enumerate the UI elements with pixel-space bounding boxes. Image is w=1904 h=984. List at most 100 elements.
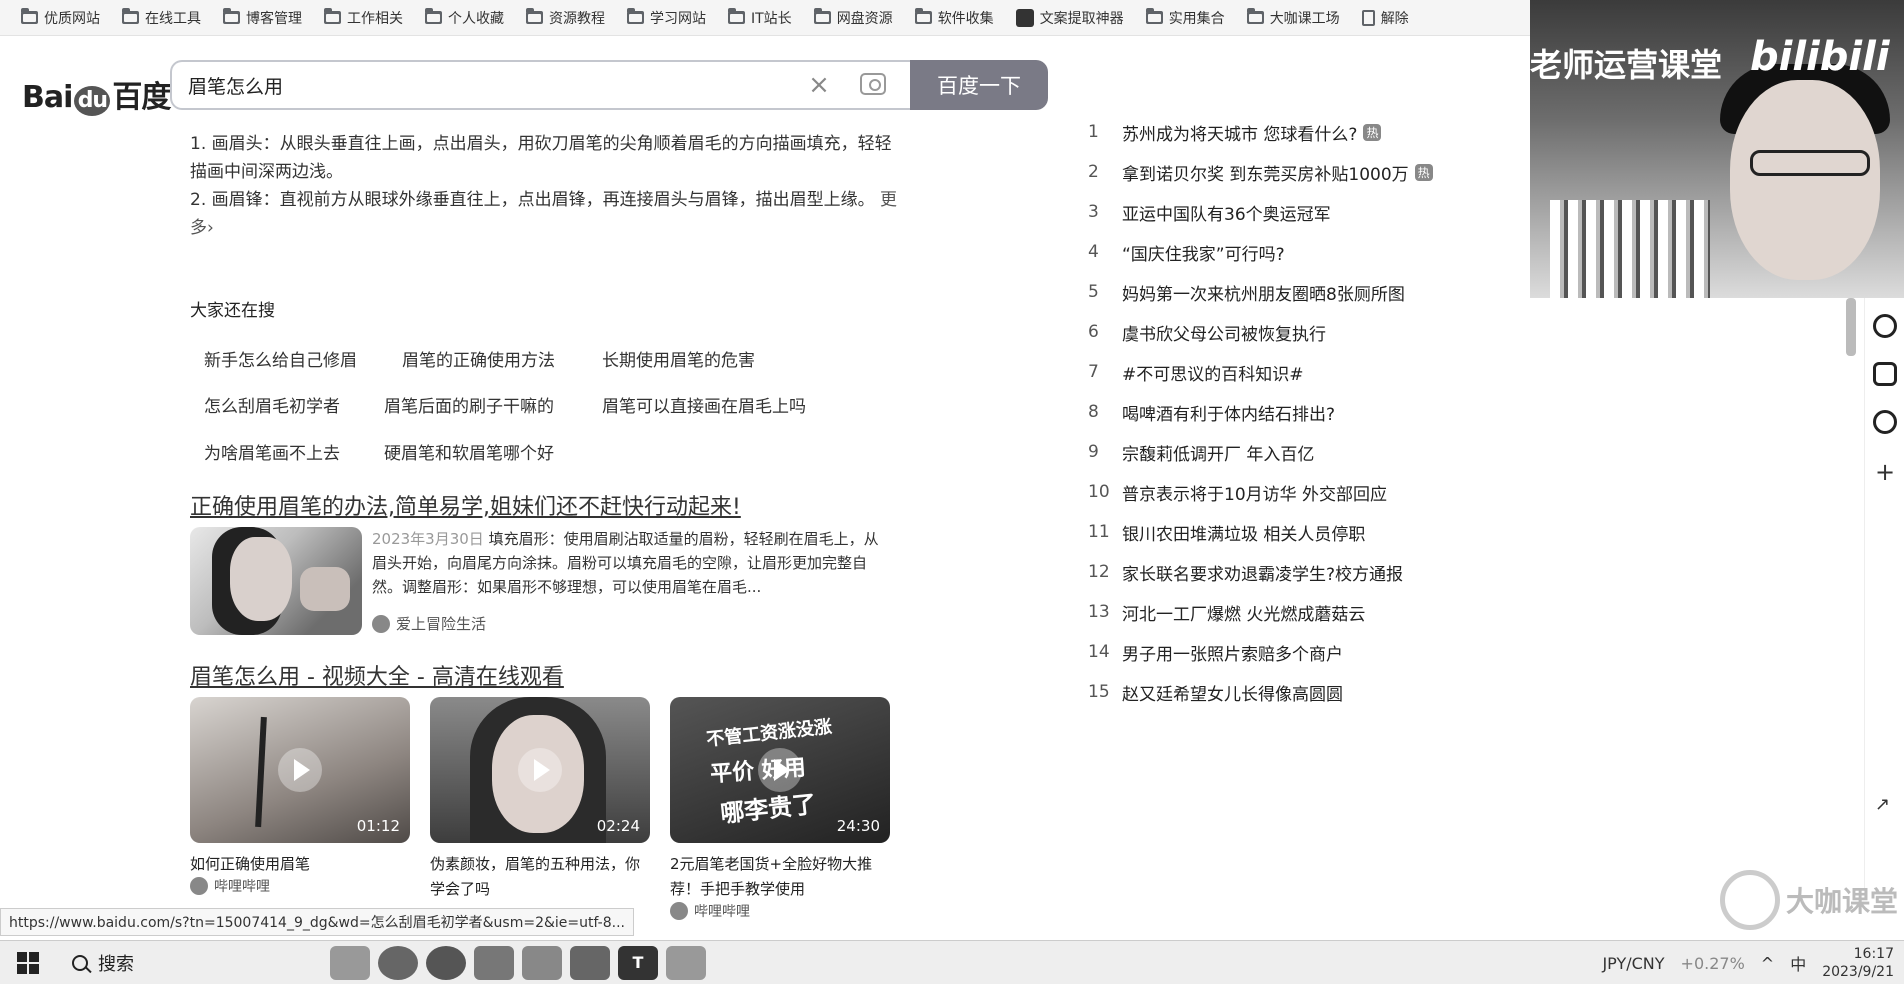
hot-title: 苏州成为将天城市 您球看什么? bbox=[1122, 124, 1358, 145]
bookmark-label: 网盘资源 bbox=[836, 10, 893, 27]
also-search-item[interactable]: 长期使用眉笔的危害 bbox=[588, 340, 769, 377]
bookmark-label: 个人收藏 bbox=[448, 10, 504, 27]
hot-rank: 9 bbox=[1088, 442, 1099, 462]
video-result-title-link[interactable]: 眉笔怎么用 - 视频大全 - 高清在线观看 bbox=[190, 659, 564, 691]
bookmark-item[interactable]: 大咖课工场 bbox=[1236, 3, 1351, 33]
clock-date: 2023/9/21 bbox=[1822, 964, 1894, 980]
hot-title: 宗馥莉低调开厂 年入百亿 bbox=[1122, 444, 1315, 465]
chat-icon[interactable] bbox=[1873, 362, 1897, 386]
hot-list-item[interactable]: 1 苏州成为将天城市 您球看什么? 热 bbox=[1088, 112, 1528, 152]
also-search-item[interactable]: 眉笔的正确使用方法 bbox=[388, 340, 569, 377]
camera-icon[interactable] bbox=[860, 73, 886, 95]
search-input[interactable]: 眉笔怎么用 bbox=[170, 60, 910, 110]
gear-icon[interactable] bbox=[1873, 410, 1897, 434]
hot-list-item[interactable]: 10 普京表示将于10月访华 外交部回应 bbox=[1088, 472, 1528, 512]
hot-rank: 12 bbox=[1088, 562, 1110, 582]
hot-list-item[interactable]: 12 家长联名要求劝退霸凌学生?校方通报 bbox=[1088, 552, 1528, 592]
taskbar-app-icon[interactable] bbox=[330, 945, 370, 980]
hot-list-item[interactable]: 5 妈妈第一次来杭州朋友圈晒8张厕所图 bbox=[1088, 272, 1528, 312]
add-icon[interactable]: + bbox=[1875, 458, 1895, 486]
also-search-item[interactable]: 眉笔后面的刷子干嘛的 bbox=[370, 386, 568, 423]
hot-list-item[interactable]: 9 宗馥莉低调开厂 年入百亿 bbox=[1088, 432, 1528, 472]
logo-cn: 百度 bbox=[112, 80, 171, 115]
typora-icon[interactable]: T bbox=[618, 945, 658, 980]
chevron-up-icon[interactable]: ^ bbox=[1761, 954, 1774, 973]
hot-title: 妈妈第一次来杭州朋友圈晒8张厕所图 bbox=[1122, 284, 1405, 305]
result-source[interactable]: 爱上冒险生活 bbox=[372, 613, 486, 634]
video-caption[interactable]: 如何正确使用眉笔 bbox=[190, 852, 414, 877]
answer-line-2: 2. 画眉锋：直视前方从眼球外缘垂直往上，点出眉锋，再连接眉头与眉锋，描出眉型上… bbox=[190, 186, 900, 242]
hot-list-item[interactable]: 3 亚运中国队有36个奥运冠军 bbox=[1088, 192, 1528, 232]
hot-list-item[interactable]: 2 拿到诺贝尔奖 到东莞买房补贴1000万热 bbox=[1088, 152, 1528, 192]
scrollbar[interactable] bbox=[1846, 298, 1856, 356]
bookmark-item[interactable]: 博客管理 bbox=[212, 3, 313, 33]
hot-list-item[interactable]: 11 银川农田堆满垃圾 相关人员停职 bbox=[1088, 512, 1528, 552]
video-card[interactable]: 不管工资涨没涨 平价 好用 哪李贵了 24:30 bbox=[670, 697, 890, 843]
hot-list-item[interactable]: 13 河北一工厂爆燃 火光燃成蘑菇云 bbox=[1088, 592, 1528, 632]
hot-list-item[interactable]: 7 #不可思议的百科知识# bbox=[1088, 352, 1528, 392]
clear-icon[interactable]: × bbox=[806, 72, 832, 98]
folder-icon bbox=[813, 8, 831, 24]
bookmark-item[interactable]: 文案提取神器 bbox=[1005, 3, 1135, 33]
hot-list-item[interactable]: 4 “国庆住我家”可行吗? bbox=[1088, 232, 1528, 272]
bookmark-item[interactable]: 实用集合 bbox=[1135, 3, 1236, 33]
also-search-item[interactable]: 眉笔可以直接画在眉毛上吗 bbox=[588, 386, 820, 423]
hot-rank: 11 bbox=[1088, 522, 1110, 542]
bookmark-label: 实用集合 bbox=[1168, 10, 1225, 27]
bookmark-item[interactable]: 在线工具 bbox=[111, 3, 212, 33]
bookmark-item[interactable]: 优质网站 bbox=[10, 3, 111, 33]
folder-icon[interactable] bbox=[666, 945, 706, 980]
also-search-item[interactable]: 怎么刮眉毛初学者 bbox=[190, 386, 354, 423]
bookmark-item[interactable]: 个人收藏 bbox=[414, 3, 515, 33]
hot-title: 河北一工厂爆燃 火光燃成蘑菇云 bbox=[1122, 604, 1366, 625]
hot-list-item[interactable]: 8 喝啤酒有利于体内结石排出? bbox=[1088, 392, 1528, 432]
folder-icon bbox=[324, 8, 341, 24]
watermark-text: 大咖课堂 bbox=[1786, 885, 1899, 918]
watermark: 大咖课堂 bbox=[1720, 862, 1900, 938]
ticker-label[interactable]: JPY/CNY bbox=[1602, 954, 1664, 973]
taskbar-app-icon[interactable] bbox=[570, 945, 610, 980]
video-card[interactable]: 01:12 bbox=[190, 697, 410, 843]
hot-rank: 10 bbox=[1088, 482, 1110, 502]
hot-title: 拿到诺贝尔奖 到东莞买房补贴1000万 bbox=[1122, 164, 1409, 185]
taskbar-app-icon[interactable] bbox=[378, 945, 418, 980]
also-search-item[interactable]: 硬眉笔和软眉笔哪个好 bbox=[370, 433, 568, 470]
chrome-icon[interactable] bbox=[426, 945, 466, 980]
bookmark-label: 资源教程 bbox=[549, 10, 605, 27]
hot-list-item[interactable]: 6 虞书欣父母公司被恢复执行 bbox=[1088, 312, 1528, 352]
result-thumbnail[interactable] bbox=[190, 527, 362, 635]
clock[interactable]: 16:17 2023/9/21 bbox=[1822, 945, 1894, 981]
taskbar-app-icon[interactable] bbox=[522, 945, 562, 980]
start-button[interactable] bbox=[0, 941, 56, 984]
external-link-icon[interactable]: ↗ bbox=[1875, 794, 1890, 815]
hot-list-item[interactable]: 14 男子用一张照片索赔多个商户 bbox=[1088, 632, 1528, 672]
bookmark-item[interactable]: 网盘资源 bbox=[803, 3, 904, 33]
search-icon bbox=[72, 954, 88, 971]
video-card[interactable]: 02:24 bbox=[430, 697, 650, 843]
hot-list-item[interactable]: 15 赵又廷希望女儿长得像高圆圆 bbox=[1088, 672, 1528, 712]
taskbar-search[interactable]: 搜索 bbox=[56, 941, 326, 984]
bookmark-item[interactable]: 资源教程 bbox=[515, 3, 616, 33]
paw-icon: du bbox=[74, 86, 111, 116]
video-caption[interactable]: 伪素颜妆，眉笔的五种用法，你学会了吗 bbox=[430, 852, 654, 902]
bookmark-item[interactable]: 解除 bbox=[1351, 3, 1420, 33]
bookmark-item[interactable]: IT站长 bbox=[717, 3, 803, 33]
bookmark-label: 软件收集 bbox=[937, 10, 994, 27]
hot-tag: 热 bbox=[1414, 163, 1433, 181]
search-button[interactable]: 百度一下 bbox=[910, 60, 1048, 110]
baidu-logo[interactable]: Bai du 百度 bbox=[22, 72, 171, 116]
refresh-icon[interactable] bbox=[1873, 314, 1897, 338]
bookmark-label: 学习网站 bbox=[650, 10, 706, 27]
video-caption[interactable]: 2元眉笔老国货+全脸好物大推荐！手把手教学使用 bbox=[670, 852, 894, 902]
bookmark-item[interactable]: 软件收集 bbox=[904, 3, 1005, 33]
also-search-item[interactable]: 为啥眉笔画不上去 bbox=[190, 433, 354, 470]
ime-indicator[interactable]: 中 bbox=[1790, 951, 1806, 975]
source-avatar bbox=[190, 877, 208, 895]
also-search-item[interactable]: 新手怎么给自己修眉 bbox=[190, 340, 371, 377]
bookmark-label: 文案提取神器 bbox=[1039, 10, 1124, 27]
bookmark-item[interactable]: 工作相关 bbox=[313, 3, 414, 33]
result-title-link[interactable]: 正确使用眉笔的办法,简单易学,姐妹们还不赶快行动起来! bbox=[190, 489, 741, 521]
video-duration: 01:12 bbox=[356, 817, 400, 835]
bookmark-item[interactable]: 学习网站 bbox=[616, 3, 717, 33]
taskbar-app-icon[interactable] bbox=[474, 945, 514, 980]
